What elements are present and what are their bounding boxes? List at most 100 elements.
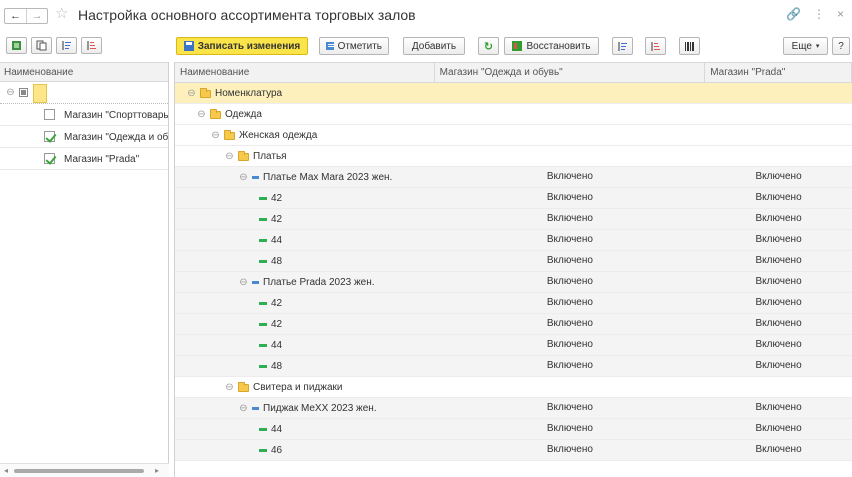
name-cell[interactable]: 46 (175, 440, 435, 460)
store-prada-cell[interactable] (705, 104, 852, 124)
collapse-icon[interactable]: ⊖ (6, 87, 15, 98)
store-row-clothes[interactable]: Магазин "Одежда и об... (0, 126, 168, 148)
group-name-cell[interactable] (33, 84, 47, 103)
name-cell[interactable]: 42 (175, 209, 435, 229)
scroll-right-icon[interactable]: ▸ (155, 466, 159, 475)
store-clothes-cell[interactable]: Включено (435, 293, 706, 313)
table-row[interactable]: ⊖ Свитера и пиджаки (175, 377, 852, 398)
collapse-icon[interactable]: ⊖ (211, 130, 220, 141)
collapse-icon[interactable]: ⊖ (225, 382, 234, 393)
restore-button[interactable]: Восстановить (504, 37, 599, 55)
name-cell[interactable]: 44 (175, 335, 435, 355)
help-button[interactable]: ? (832, 37, 850, 55)
name-cell[interactable]: 42 (175, 314, 435, 334)
collapse-icon[interactable]: ⊖ (197, 109, 206, 120)
store-prada-cell[interactable]: Включено (705, 251, 852, 271)
move-down-button[interactable] (645, 37, 666, 55)
table-row[interactable]: 48 Включено Включено (175, 251, 852, 272)
store-prada-cell[interactable]: Включено (705, 209, 852, 229)
name-cell[interactable]: ⊖ Номенклатура (175, 83, 435, 103)
store-clothes-cell[interactable]: Включено (435, 251, 706, 271)
store-clothes-cell[interactable]: Включено (435, 314, 706, 334)
table-row[interactable]: 42 Включено Включено (175, 293, 852, 314)
table-row[interactable]: 46 Включено Включено (175, 440, 852, 461)
more-menu-icon[interactable]: ⋮ (813, 7, 825, 21)
store-clothes-cell[interactable]: Включено (435, 398, 706, 418)
store-prada-cell[interactable]: Включено (705, 167, 852, 187)
name-cell[interactable]: ⊖ Платья (175, 146, 435, 166)
table-row[interactable]: ⊖ Пиджак MeXX 2023 жен. Включено Включено (175, 398, 852, 419)
move-up-button[interactable] (612, 37, 633, 55)
store-clothes-cell[interactable]: Включено (435, 272, 706, 292)
store-checkbox-clothes[interactable] (44, 131, 55, 142)
table-row[interactable]: ⊖ Платье Prada 2023 жен. Включено Включено (175, 272, 852, 293)
forward-arrow-icon[interactable]: → (25, 9, 47, 23)
store-clothes-cell[interactable]: Включено (435, 440, 706, 460)
store-clothes-cell[interactable] (435, 125, 706, 145)
column-header-name[interactable]: Наименование (175, 63, 435, 82)
more-button[interactable]: Еще ▾ (783, 37, 828, 55)
table-row[interactable]: ⊖ Женская одежда (175, 125, 852, 146)
collapse-icon[interactable]: ⊖ (187, 88, 196, 99)
store-clothes-cell[interactable] (435, 104, 706, 124)
link-icon[interactable]: 🔗 (786, 7, 801, 21)
refresh-list-button[interactable] (6, 37, 27, 54)
table-row[interactable]: ⊖ Одежда (175, 104, 852, 125)
store-clothes-cell[interactable]: Включено (435, 356, 706, 376)
name-cell[interactable]: ⊖ Женская одежда (175, 125, 435, 145)
store-prada-cell[interactable]: Включено (705, 230, 852, 250)
collapse-icon[interactable]: ⊖ (239, 403, 248, 414)
store-clothes-cell[interactable]: Включено (435, 335, 706, 355)
collapse-icon[interactable]: ⊖ (239, 277, 248, 288)
group-checkbox[interactable] (19, 88, 28, 97)
store-row-prada[interactable]: Магазин "Prada" (0, 148, 168, 170)
name-cell[interactable]: ⊖ Одежда (175, 104, 435, 124)
store-row-sport[interactable]: Магазин "Спорттовары" (0, 104, 168, 126)
name-cell[interactable]: 42 (175, 188, 435, 208)
store-prada-cell[interactable]: Включено (705, 419, 852, 439)
sort-descending-button[interactable] (81, 37, 102, 54)
mark-button[interactable]: Отметить (319, 37, 389, 55)
table-row[interactable]: 42 Включено Включено (175, 188, 852, 209)
name-cell[interactable]: 48 (175, 356, 435, 376)
store-checkbox-sport[interactable] (44, 109, 55, 120)
collapse-icon[interactable]: ⊖ (225, 151, 234, 162)
name-cell[interactable]: ⊖ Платье Prada 2023 жен. (175, 272, 435, 292)
store-prada-cell[interactable]: Включено (705, 335, 852, 355)
store-clothes-cell[interactable]: Включено (435, 419, 706, 439)
store-prada-cell[interactable]: Включено (705, 293, 852, 313)
favorite-star-icon[interactable]: ☆ (55, 6, 68, 21)
store-prada-cell[interactable] (705, 125, 852, 145)
name-cell[interactable]: 42 (175, 293, 435, 313)
table-row[interactable]: 44 Включено Включено (175, 419, 852, 440)
table-row[interactable]: 44 Включено Включено (175, 230, 852, 251)
store-clothes-cell[interactable]: Включено (435, 230, 706, 250)
name-cell[interactable]: 48 (175, 251, 435, 271)
store-prada-cell[interactable]: Включено (705, 440, 852, 460)
save-changes-button[interactable]: Записать изменения (176, 37, 308, 55)
column-header-store-clothes[interactable]: Магазин "Одежда и обувь" (435, 63, 706, 82)
store-clothes-cell[interactable]: Включено (435, 188, 706, 208)
name-cell[interactable]: ⊖ Пиджак MeXX 2023 жен. (175, 398, 435, 418)
table-row[interactable]: 42 Включено Включено (175, 314, 852, 335)
name-cell[interactable]: 44 (175, 230, 435, 250)
close-icon[interactable]: × (837, 7, 844, 21)
back-arrow-icon[interactable]: ← (5, 9, 26, 23)
table-row[interactable]: ⊖ Платье Max Mara 2023 жен. Включено Включе… (175, 167, 852, 188)
horizontal-scrollbar[interactable]: ◂ ▸ (0, 463, 169, 477)
store-prada-cell[interactable]: Включено (705, 188, 852, 208)
add-button[interactable]: Добавить (403, 37, 465, 55)
table-row[interactable]: 48 Включено Включено (175, 356, 852, 377)
store-checkbox-prada[interactable] (44, 153, 55, 164)
column-header-store-prada[interactable]: Магазин "Prada" (705, 63, 852, 82)
scroll-left-icon[interactable]: ◂ (4, 466, 8, 475)
store-prada-cell[interactable] (705, 146, 852, 166)
store-prada-cell[interactable]: Включено (705, 272, 852, 292)
store-clothes-cell[interactable] (434, 83, 706, 103)
store-prada-cell[interactable]: Включено (705, 314, 852, 334)
name-cell[interactable]: ⊖ Платье Max Mara 2023 жен. (175, 167, 435, 187)
store-clothes-cell[interactable] (435, 146, 706, 166)
store-prada-cell[interactable] (705, 83, 852, 103)
store-clothes-cell[interactable]: Включено (435, 167, 706, 187)
table-row[interactable]: ⊖ Номенклатура (175, 83, 852, 104)
